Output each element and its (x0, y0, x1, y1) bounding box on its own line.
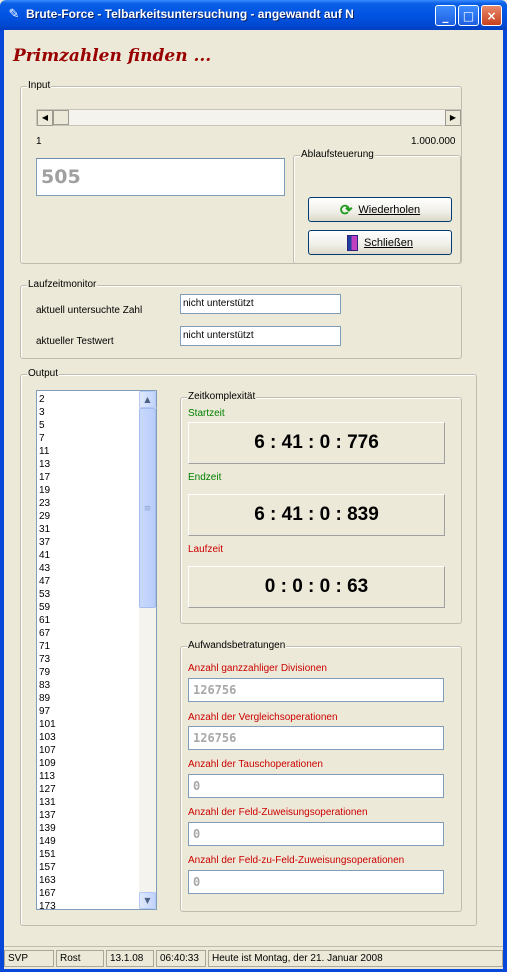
scroll-up-button[interactable]: ▲ (139, 391, 156, 408)
door-exit-icon (347, 234, 359, 251)
window-title: Brute-Force - Telbarkeitsuntersuchung - … (26, 7, 354, 21)
status-bar: SVP Rost 13.1.08 06:40:33 Heute ist Mont… (4, 946, 503, 969)
range-slider[interactable]: ◀ ▶ (36, 109, 462, 126)
divisions-field[interactable]: 126756 (188, 678, 444, 702)
close-button[interactable]: Schließen (308, 230, 452, 255)
status-panel-user: SVP (4, 950, 54, 967)
status-panel-today: Heute ist Montag, der 21. Januar 2008 (208, 950, 503, 967)
input-group-label: Input (27, 80, 52, 91)
current-test-label: aktueller Testwert (36, 336, 114, 347)
scroll-down-button[interactable]: ▼ (139, 892, 156, 909)
app-icon: ✎ (8, 7, 20, 22)
close-button-label: Schließen (364, 236, 413, 249)
start-time-label: Startzeit (188, 408, 225, 419)
swaps-field[interactable]: 0 (188, 774, 444, 798)
app-window: ✎ Brute-Force - Telbarkeitsuntersuchung … (0, 0, 507, 972)
maximize-button[interactable]: □ (458, 5, 479, 26)
output-group-label: Output (27, 368, 60, 379)
comparisons-label: Anzahl der Vergleichsoperationen (188, 712, 338, 723)
status-panel-name: Rost (56, 950, 104, 967)
start-time-value: 6 : 41 : 0 : 776 (188, 422, 445, 464)
close-window-button[interactable]: × (481, 5, 502, 26)
slider-right-button[interactable]: ▶ (445, 110, 461, 126)
refresh-icon: ⟳ (339, 201, 353, 219)
slider-thumb[interactable] (53, 110, 69, 125)
current-test-field[interactable]: nicht unterstützt (180, 326, 341, 346)
slider-left-button[interactable]: ◀ (37, 110, 53, 126)
end-time-label: Endzeit (188, 472, 222, 483)
primes-list[interactable]: 2 3 5 7 11 13 17 19 23 29 31 37 41 43 47 53 59 61 67 71 73 79… (36, 390, 157, 910)
status-panel-time: 06:40:33 (156, 950, 206, 967)
duration-value: 0 : 0 : 0 : 63 (188, 566, 445, 608)
end-time-value: 6 : 41 : 0 : 839 (188, 494, 445, 536)
current-number-field[interactable]: nicht unterstützt (180, 294, 341, 314)
minimize-button[interactable]: _ (435, 5, 456, 26)
scroll-thumb[interactable]: ≡ (139, 408, 156, 608)
primes-list-scrollbar[interactable]: ▲ ≡ ▼ (139, 391, 156, 909)
current-number-label: aktuell untersuchte Zahl (36, 305, 143, 316)
divisions-label: Anzahl ganzzahliger Divisionen (188, 663, 327, 674)
field-to-field-label: Anzahl der Feld-zu-Feld-Zuweisungsoperat… (188, 855, 405, 866)
control-group-label: Ablaufsteuerung (300, 149, 375, 160)
title-bar[interactable]: ✎ Brute-Force - Telbarkeitsuntersuchung … (0, 0, 507, 30)
repeat-button[interactable]: ⟳ Wiederholen (308, 197, 452, 222)
duration-label: Laufzeit (188, 544, 224, 555)
effort-group-label: Aufwandsbetratungen (187, 640, 287, 651)
field-to-field-field[interactable]: 0 (188, 870, 444, 894)
range-min-label: 1 (36, 136, 42, 147)
repeat-button-label: Wiederholen (358, 203, 421, 216)
swaps-label: Anzahl der Tauschoperationen (188, 759, 323, 770)
number-input[interactable]: 505 (36, 158, 285, 196)
runtime-monitor-label: Laufzeitmonitor (27, 279, 98, 290)
status-panel-date: 13.1.08 (106, 950, 154, 967)
field-assign-label: Anzahl der Feld-Zuweisungsoperationen (188, 807, 368, 818)
frame-left (0, 30, 4, 972)
comparisons-field[interactable]: 126756 (188, 726, 444, 750)
frame-right (503, 30, 507, 972)
complexity-group-label: Zeitkomplexität (187, 391, 257, 402)
field-assign-field[interactable]: 0 (188, 822, 444, 846)
page-title: Primzahlen finden ... (13, 46, 212, 66)
range-max-label: 1.000.000 (411, 136, 456, 147)
